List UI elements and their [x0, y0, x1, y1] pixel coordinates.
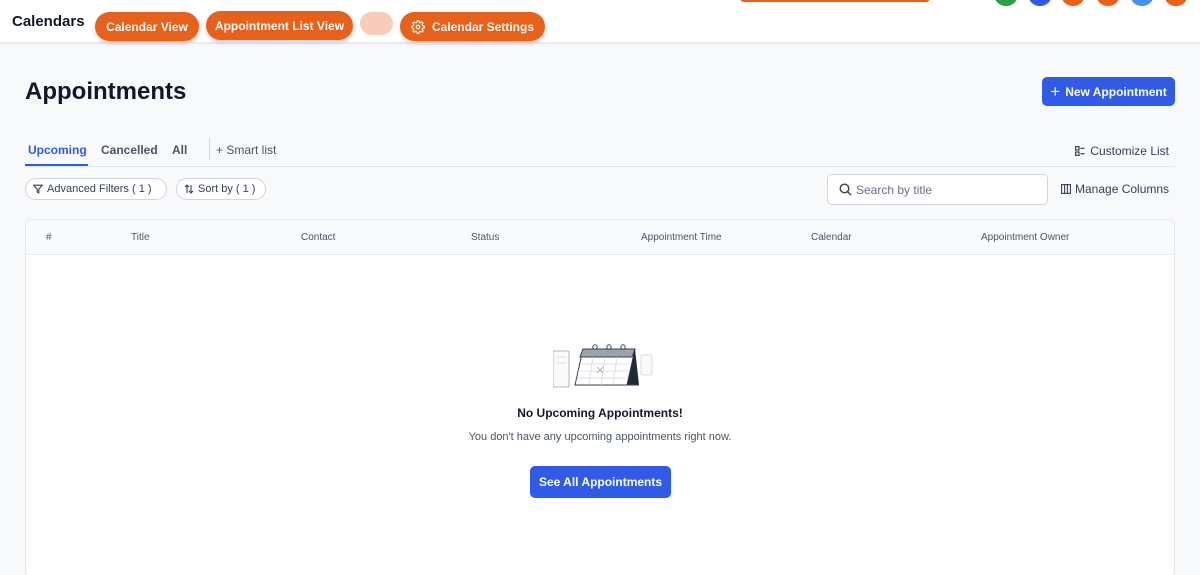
search-input[interactable] [856, 182, 1036, 197]
gear-icon [411, 19, 425, 34]
page-title: Appointments [25, 78, 187, 105]
see-all-appointments-button[interactable]: See All Appointments [530, 466, 671, 498]
smart-list-button[interactable]: + Smart list [216, 143, 276, 157]
calendar-settings-label: Calendar Settings [431, 19, 535, 34]
advanced-filters-button[interactable]: Advanced Filters ( 1 ) [25, 178, 167, 200]
plus-icon: + [1050, 82, 1061, 101]
status-dot-blue[interactable] [1029, 0, 1051, 6]
status-dot-orange[interactable] [1062, 0, 1084, 6]
plus-icon: + [216, 143, 227, 157]
tab-divider [209, 138, 210, 160]
empty-calendar-illustration [553, 344, 653, 388]
status-dot-green[interactable] [995, 0, 1017, 6]
search-box [827, 174, 1048, 205]
blank-pill-button[interactable] [360, 12, 393, 35]
column-header-appointment-owner[interactable]: Appointment Owner [981, 232, 1069, 243]
customize-list-label: Customize List [1090, 144, 1169, 158]
manage-columns-button[interactable]: Manage Columns [1061, 182, 1169, 196]
status-dot-light-blue[interactable] [1131, 0, 1153, 6]
empty-state-subtitle: You don't have any upcoming appointments… [468, 431, 732, 443]
column-header-status[interactable]: Status [471, 232, 499, 243]
column-header-calendar[interactable]: Calendar [811, 232, 852, 243]
sort-by-label: Sort by ( 1 ) [198, 183, 256, 195]
top-bar: Calendars Calendar View Appointment List… [0, 0, 1200, 43]
appointments-table: # Title Contact Status Appointment Time … [25, 219, 1175, 575]
active-tab-indicator [25, 164, 88, 166]
new-appointment-button[interactable]: + New Appointment [1042, 77, 1175, 106]
calendar-settings-button[interactable]: Calendar Settings [400, 12, 545, 41]
columns-icon [1061, 184, 1071, 194]
customize-list-button[interactable]: Customize List [1075, 144, 1169, 158]
status-dot-orange-2[interactable] [1097, 0, 1119, 6]
sort-icon [184, 184, 194, 194]
column-header-title[interactable]: Title [131, 232, 150, 243]
sort-by-button[interactable]: Sort by ( 1 ) [176, 178, 266, 200]
smart-list-label: Smart list [226, 143, 277, 157]
column-header-contact[interactable]: Contact [301, 232, 335, 243]
tab-all[interactable]: All [172, 143, 187, 157]
column-header-number[interactable]: # [46, 232, 52, 243]
customize-icon [1075, 146, 1085, 156]
column-header-appointment-time[interactable]: Appointment Time [641, 232, 722, 243]
app-title: Calendars [12, 13, 85, 30]
filter-icon [33, 184, 43, 194]
tab-cancelled[interactable]: Cancelled [101, 143, 158, 157]
empty-state-title: No Upcoming Appointments! [517, 406, 683, 420]
status-dot-orange-3[interactable] [1165, 0, 1187, 6]
search-icon [839, 183, 852, 196]
calendar-view-button[interactable]: Calendar View [95, 12, 199, 41]
new-appointment-label: New Appointment [1065, 84, 1167, 99]
appointment-tabs: Upcoming Cancelled All + Smart list Cust… [25, 138, 1175, 167]
tab-upcoming[interactable]: Upcoming [28, 143, 87, 157]
appointment-list-view-button[interactable]: Appointment List View [206, 11, 353, 40]
top-action-button-partial[interactable] [740, 0, 930, 2]
table-header: # Title Contact Status Appointment Time … [26, 220, 1174, 255]
advanced-filters-label: Advanced Filters ( 1 ) [47, 183, 152, 195]
manage-columns-label: Manage Columns [1075, 182, 1170, 196]
